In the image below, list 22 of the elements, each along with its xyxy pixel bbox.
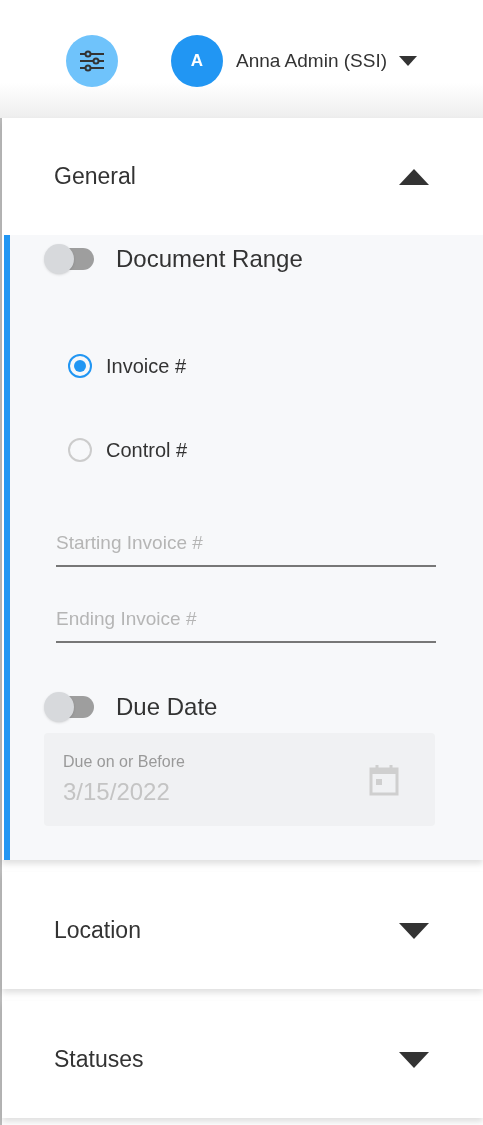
radio-button[interactable] <box>68 354 92 378</box>
date-label: Due on or Before <box>63 751 185 772</box>
calendar-icon <box>369 763 399 796</box>
toggle-label: Due Date <box>116 692 218 722</box>
input-field[interactable]: Ending Invoice # <box>56 597 436 643</box>
radio-label: Control # <box>106 438 188 463</box>
caret-down-icon <box>399 1051 429 1068</box>
input-field[interactable]: Starting Invoice # <box>56 521 436 567</box>
section-header[interactable]: General <box>2 118 483 235</box>
toggle-switch[interactable] <box>44 693 96 721</box>
sliders-icon <box>78 49 106 73</box>
radio-button[interactable] <box>68 438 92 462</box>
filter-button[interactable] <box>66 35 118 87</box>
section-header[interactable]: Location <box>2 872 483 989</box>
caret-up-icon <box>399 168 429 185</box>
caret-down-icon <box>399 922 429 939</box>
section-header[interactable]: Statuses <box>2 1001 483 1118</box>
toggle-label: Document Range <box>116 244 303 274</box>
caret-down-icon <box>399 56 418 66</box>
toggle-switch[interactable] <box>44 245 96 273</box>
user-menu[interactable]: Anna Admin (SSI) <box>236 46 418 76</box>
radio-label: Invoice # <box>106 354 187 379</box>
